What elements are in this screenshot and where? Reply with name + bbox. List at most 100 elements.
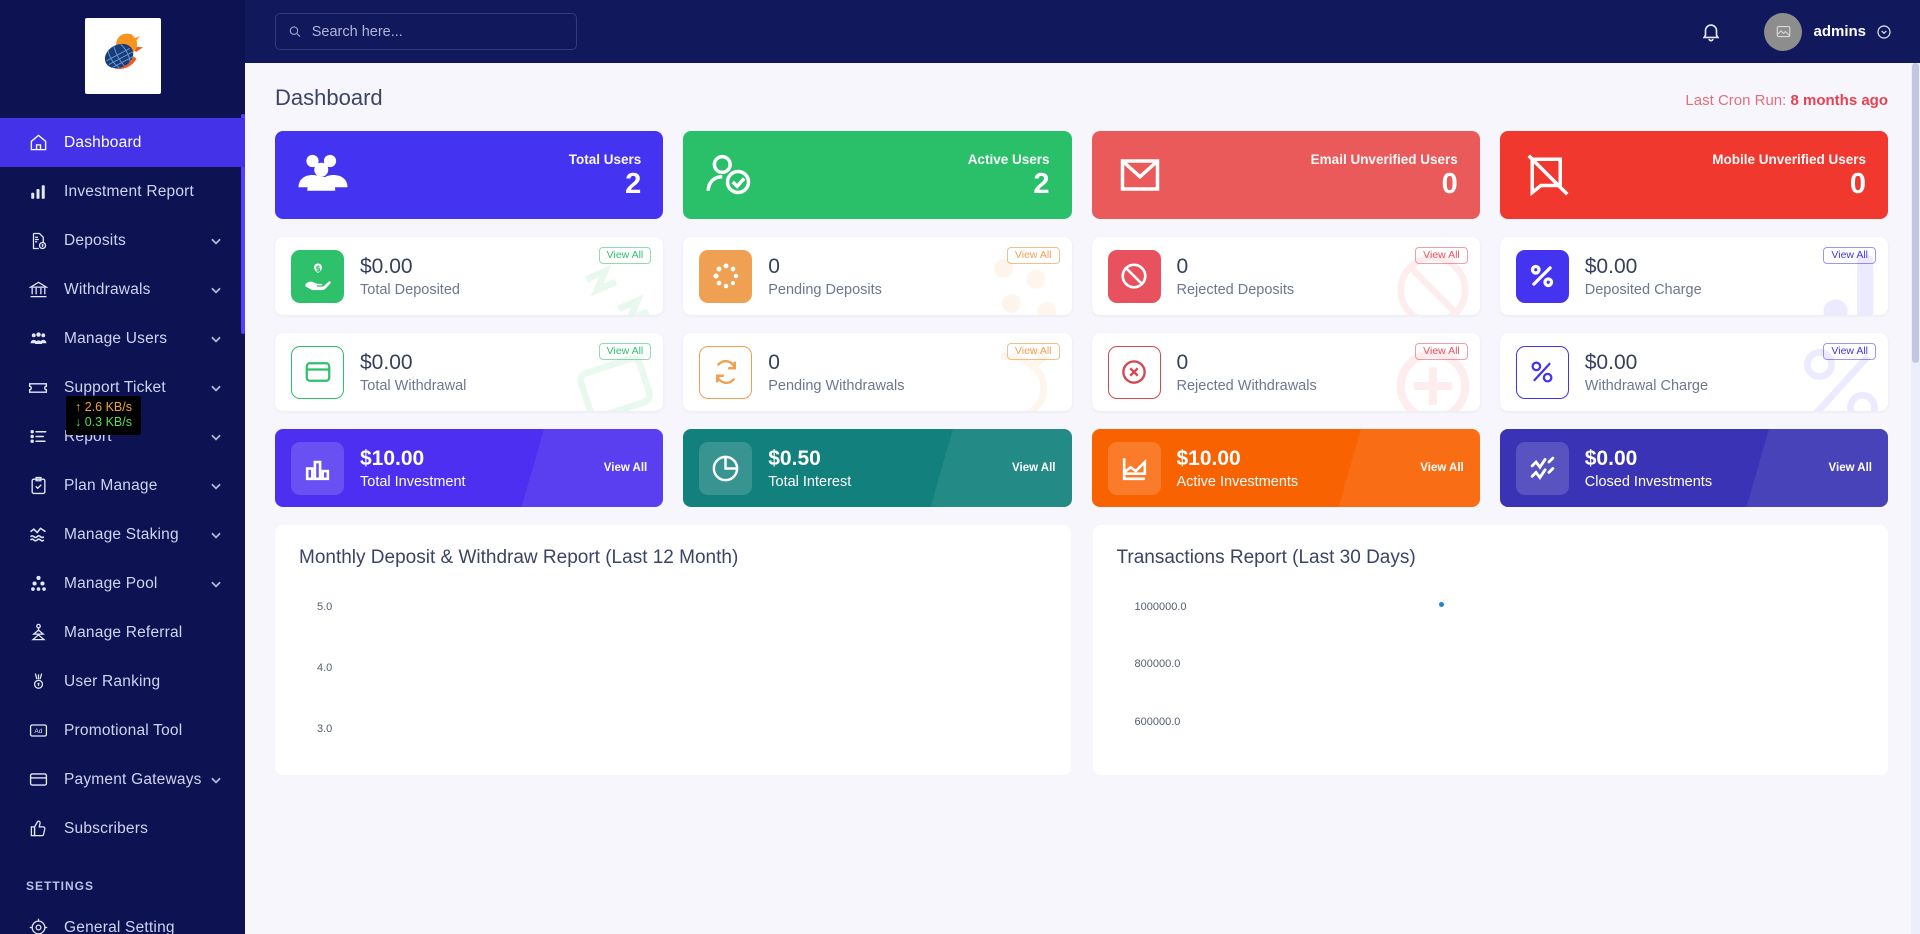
investment-card-closed-investments[interactable]: $0.00 Closed Investments View All (1500, 429, 1888, 507)
view-all-button[interactable]: View All (604, 462, 647, 474)
card-amount: $0.00 (1585, 255, 1702, 279)
topbar: admins (245, 0, 1920, 63)
info-card-pending-withdrawals[interactable]: 0 Pending Withdrawals View All (683, 333, 1071, 411)
sidebar-item-manage-referral[interactable]: Manage Referral (0, 608, 245, 657)
card-icon-box (1108, 442, 1161, 495)
y-axis-tick: 5.0 (317, 601, 332, 613)
stat-card-email-unverified-users[interactable]: Email Unverified Users 0 (1092, 131, 1480, 219)
card-amount: $0.00 (360, 255, 460, 279)
y-axis-tick: 1000000.0 (1135, 601, 1187, 613)
info-card-deposited-charge[interactable]: $0.00 Deposited Charge View All (1500, 237, 1888, 315)
chevron-down-icon (209, 283, 223, 297)
investment-card-total-interest[interactable]: $0.50 Total Interest View All (683, 429, 1071, 507)
card-outline-icon (303, 357, 333, 387)
deposit-cards-row: $0.00 Total Deposited View All 0 Pending… (275, 237, 1888, 315)
info-card-pending-deposits[interactable]: 0 Pending Deposits View All (683, 237, 1071, 315)
charts-row: Monthly Deposit & Withdraw Report (Last … (275, 525, 1888, 775)
sidebar-item-manage-users[interactable]: Manage Users (0, 314, 245, 363)
zigzag-lines-icon (1527, 453, 1558, 484)
chart-card-transactions-report: Transactions Report (Last 30 Days) 10000… (1093, 525, 1889, 775)
referral-tree-icon (26, 622, 50, 644)
sidebar-item-label: Promotional Tool (64, 722, 223, 740)
view-all-button[interactable]: View All (1420, 462, 1463, 474)
sidebar-item-general-setting[interactable]: General Setting (0, 903, 245, 934)
sidebar-item-manage-staking[interactable]: Manage Staking (0, 510, 245, 559)
sidebar-item-dashboard[interactable]: Dashboard (0, 118, 245, 167)
card-body: $0.00 Deposited Charge (1585, 255, 1702, 298)
sidebar-item-label: Payment Gateways (64, 771, 209, 789)
refresh-icon (711, 357, 741, 387)
credit-card-icon (26, 769, 50, 791)
bar-chart-icon (26, 181, 50, 203)
sidebar-logo[interactable] (0, 0, 245, 112)
stat-card-total-users[interactable]: Total Users 2 (275, 131, 663, 219)
y-axis-tick: 4.0 (317, 662, 332, 674)
chevron-down-icon (209, 430, 223, 444)
card-icon-box (291, 346, 344, 399)
stat-card-caption: Email Unverified Users (1311, 152, 1458, 167)
sidebar-item-subscribers[interactable]: Subscribers (0, 804, 245, 853)
card-amount: $0.00 (1585, 447, 1712, 471)
network-speed-tooltip: ↑ 2.6 KB/s ↓ 0.3 KB/s (66, 396, 141, 435)
sidebar-nav: Dashboard Investment Report Deposits Wit… (0, 112, 245, 934)
chart-plot-area: 5.0 4.0 3.0 (299, 595, 1047, 775)
sidebar-item-promotional-tool[interactable]: Ad Promotional Tool (0, 706, 245, 755)
card-amount: 0 (768, 255, 882, 279)
search-input[interactable] (312, 24, 564, 40)
chevron-down-icon (209, 577, 223, 591)
card-label: Deposited Charge (1585, 282, 1702, 298)
card-amount: $0.00 (1585, 351, 1708, 375)
info-card-total-withdrawal[interactable]: $0.00 Total Withdrawal View All (275, 333, 663, 411)
chevron-down-icon (209, 479, 223, 493)
percent-outline-icon (1527, 357, 1557, 387)
card-body: $10.00 Active Investments (1177, 447, 1299, 490)
card-body: $0.00 Closed Investments (1585, 447, 1712, 490)
chevron-down-icon (209, 381, 223, 395)
sidebar-item-withdrawals[interactable]: Withdrawals (0, 265, 245, 314)
sidebar-item-deposits[interactable]: Deposits (0, 216, 245, 265)
search-box[interactable] (275, 13, 577, 50)
info-card-withdrawal-charge[interactable]: $0.00 Withdrawal Charge View All (1500, 333, 1888, 411)
card-icon-box (1108, 250, 1161, 303)
avatar[interactable] (1764, 13, 1802, 51)
pool-icon (26, 573, 50, 595)
stat-card-active-users[interactable]: Active Users 2 (683, 131, 1071, 219)
sidebar-item-plan-manage[interactable]: Plan Manage (0, 461, 245, 510)
home-icon (26, 132, 50, 154)
card-label: Rejected Deposits (1177, 282, 1295, 298)
card-body: 0 Pending Withdrawals (768, 351, 904, 394)
dollars-watermark-icon (573, 247, 659, 315)
sidebar-item-investment-report[interactable]: Investment Report (0, 167, 245, 216)
stat-card-value: 2 (968, 169, 1050, 199)
bank-icon (26, 279, 50, 301)
admin-username: admins (1813, 23, 1866, 40)
investment-card-active-investments[interactable]: $10.00 Active Investments View All (1092, 429, 1480, 507)
sidebar-item-payment-gateways[interactable]: Payment Gateways (0, 755, 245, 804)
view-all-button[interactable]: View All (1829, 462, 1872, 474)
page-scrollbar[interactable] (1911, 63, 1920, 934)
percent-watermark-icon (1798, 343, 1884, 411)
pie-chart-icon (710, 453, 741, 484)
investment-card-total-investment[interactable]: $10.00 Total Investment View All (275, 429, 663, 507)
page-scrollbar-thumb[interactable] (1912, 63, 1919, 363)
card-amount: $10.00 (1177, 447, 1299, 471)
stat-card-value: 0 (1712, 169, 1866, 199)
bell-icon[interactable] (1700, 20, 1722, 43)
sidebar-item-label: User Ranking (64, 673, 223, 691)
info-card-rejected-deposits[interactable]: 0 Rejected Deposits View All (1092, 237, 1480, 315)
stat-card-caption: Total Users (569, 152, 642, 167)
card-icon-box (1516, 442, 1569, 495)
card-icon-box (699, 250, 752, 303)
bar-watermark-icon (1798, 247, 1884, 315)
page-header: Dashboard Last Cron Run: 8 months ago (275, 85, 1888, 111)
sidebar-item-user-ranking[interactable]: User Ranking (0, 657, 245, 706)
sidebar-item-manage-pool[interactable]: Manage Pool (0, 559, 245, 608)
card-label: Total Withdrawal (360, 378, 466, 394)
stat-card-mobile-unverified-users[interactable]: Mobile Unverified Users 0 (1500, 131, 1888, 219)
card-label: Rejected Withdrawals (1177, 378, 1317, 394)
info-card-total-deposited[interactable]: $0.00 Total Deposited View All (275, 237, 663, 315)
view-all-button[interactable]: View All (1012, 462, 1055, 474)
chevron-down-circle-icon[interactable] (1876, 24, 1892, 40)
info-card-rejected-withdrawals[interactable]: 0 Rejected Withdrawals View All (1092, 333, 1480, 411)
card-body: 0 Rejected Deposits (1177, 255, 1295, 298)
